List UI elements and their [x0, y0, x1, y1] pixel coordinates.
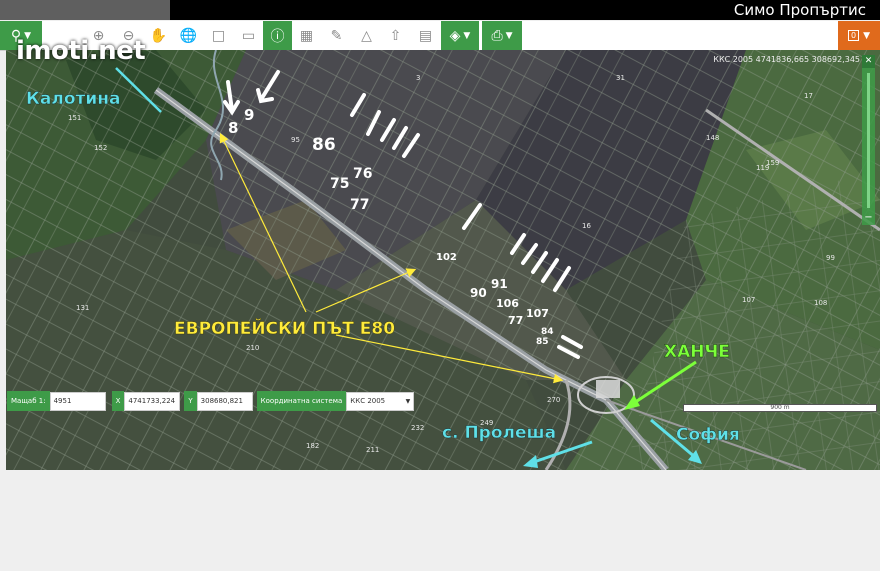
rect-button[interactable]: ▭: [234, 21, 263, 50]
map-number: 99: [826, 254, 835, 262]
scale-label: Мащаб 1:: [7, 391, 50, 411]
upload-icon: ⇧: [389, 27, 402, 44]
chevron-down-icon: ▼: [863, 30, 870, 41]
top-bar: Симо Пропъртис: [0, 0, 880, 20]
parcel-label: 77: [350, 197, 369, 213]
crs-label: Координатна система: [256, 391, 347, 411]
crs-select[interactable]: ККС 2005 ▼: [346, 391, 415, 411]
parcel-label: 84: [541, 327, 554, 337]
parcel-label: 91: [491, 277, 508, 291]
parcel-label: 75: [330, 176, 349, 192]
info-button[interactable]: ⓘ: [263, 21, 292, 50]
upload-button[interactable]: ⇧: [381, 21, 410, 50]
map-number: 148: [706, 134, 719, 142]
area-icon: △: [361, 27, 372, 44]
label-prolesha: с. Пролеша: [442, 423, 556, 443]
imoti-logo: imoti.net: [16, 36, 146, 66]
y-input[interactable]: 308680,821: [196, 391, 253, 411]
pan-button[interactable]: ✋: [144, 21, 173, 50]
chevron-down-icon: ▼: [405, 397, 411, 405]
map-number: 211: [366, 446, 379, 454]
select-button[interactable]: ▤: [411, 21, 440, 50]
map-number: 270: [547, 396, 560, 404]
parcel-label: 90: [470, 286, 487, 300]
crs-select-value: ККС 2005: [350, 397, 386, 405]
select-icon: ▤: [418, 27, 433, 44]
globe-icon: 🌐: [179, 27, 198, 44]
rect-icon: ▭: [241, 27, 256, 44]
parcel-label: 76: [353, 166, 372, 182]
x-label: X: [111, 391, 125, 411]
map-number: 151: [68, 114, 81, 122]
parcel-label: 85: [536, 337, 549, 347]
map-number: 152: [94, 144, 107, 152]
parcel-label: 9: [244, 106, 254, 124]
parcel-label: 106: [496, 297, 519, 310]
map-number: 232: [411, 424, 424, 432]
label-sofia: София: [676, 425, 740, 445]
info-icon: ⓘ: [270, 28, 285, 45]
parcel-label: 102: [436, 252, 457, 263]
map-number: 119: [756, 164, 769, 172]
rect-select-icon: □: [211, 27, 226, 44]
layers-table-icon: ▦: [299, 27, 314, 44]
chevron-down-icon: ▼: [463, 30, 471, 41]
menu-dropdown-button[interactable]: 0 ▼: [838, 21, 880, 50]
map-number: 210: [246, 344, 259, 352]
owner-name: Симо Пропъртис: [733, 1, 866, 19]
coords-bar: Мащаб 1: 4951 X 4741733,224 Y 308680,821…: [7, 391, 415, 411]
hand-icon: ✋: [149, 27, 168, 44]
parcel-label: 8: [228, 119, 238, 137]
table-button[interactable]: ▦: [292, 21, 321, 50]
x-input[interactable]: 4741733,224: [124, 391, 181, 411]
chevron-down-icon: ▼: [505, 30, 513, 41]
crs-readout: ККС 2005 4741836,665 308692,345: [713, 55, 860, 64]
map-number: 108: [814, 299, 827, 307]
parcel-label: 107: [526, 307, 549, 320]
map-number: 16: [582, 222, 591, 230]
label-hanche: ХАНЧЕ: [664, 342, 730, 362]
map-number: 95: [291, 136, 300, 144]
zoom-out-icon[interactable]: −: [862, 212, 875, 225]
scale-bar: 900 m: [683, 404, 877, 412]
close-icon[interactable]: ✕: [862, 55, 875, 68]
area-button[interactable]: △: [352, 21, 381, 50]
print-dropdown-button[interactable]: ⎙ ▼: [482, 21, 522, 50]
brand-block: [0, 0, 170, 20]
parcel-label: 86: [312, 135, 336, 155]
zoom-track[interactable]: [867, 73, 870, 208]
globe-button[interactable]: 🌐: [174, 21, 203, 50]
badge-icon: 0: [847, 30, 860, 41]
ruler-icon: ✎: [330, 27, 343, 44]
map-number: 131: [76, 304, 89, 312]
ruler-button[interactable]: ✎: [322, 21, 351, 50]
map-number: 17: [804, 92, 813, 100]
print-icon: ⎙: [491, 27, 503, 44]
map-number: 107: [742, 296, 755, 304]
parcel-label: 77: [508, 314, 523, 327]
rect-select-button[interactable]: □: [204, 21, 233, 50]
layers-icon: ◈: [449, 27, 461, 44]
map-number: 182: [306, 442, 319, 450]
label-e80: ЕВРОПЕЙСКИ ПЪТ Е80: [174, 317, 395, 339]
y-label: Y: [184, 391, 197, 411]
map-number: 31: [616, 74, 625, 82]
layers-dropdown-button[interactable]: ◈ ▼: [441, 21, 479, 50]
zoom-slider[interactable]: ✕ −: [862, 55, 875, 225]
map-number: 3: [416, 74, 420, 82]
scale-input[interactable]: 4951: [49, 391, 106, 411]
label-kalotina: Калотина: [26, 89, 120, 109]
